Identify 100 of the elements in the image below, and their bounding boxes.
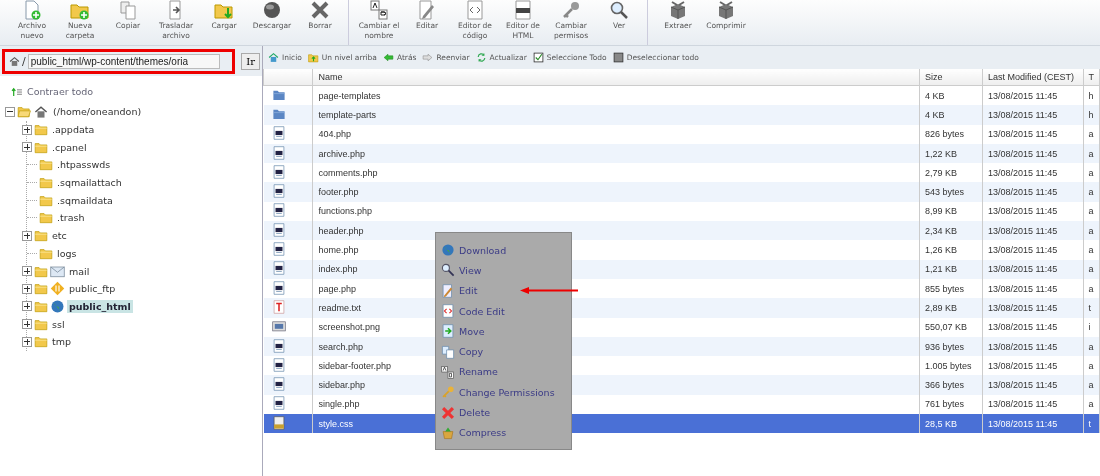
checked-box-icon <box>532 52 544 63</box>
expand-toggle[interactable] <box>22 301 32 312</box>
tree-item[interactable]: public_ftp <box>67 282 118 296</box>
php-file-icon <box>271 261 286 276</box>
table-cell: 13/08/2015 11:45 <box>982 124 1083 144</box>
globe-icon <box>50 298 65 314</box>
tree-item[interactable]: mail <box>67 264 92 278</box>
code-document-icon <box>465 0 485 20</box>
expand-toggle[interactable] <box>22 336 32 347</box>
code-document-icon <box>441 304 455 319</box>
table-cell: a <box>1083 240 1100 260</box>
expand-toggle[interactable] <box>22 230 32 241</box>
expand-toggle[interactable] <box>22 283 32 294</box>
folder-icon <box>39 158 53 172</box>
go-button[interactable]: Ir <box>241 52 260 70</box>
folder-icon <box>39 211 53 225</box>
column-header[interactable]: Last Modified (CEST) <box>982 69 1083 86</box>
file-name[interactable]: footer.php <box>312 182 920 202</box>
folder-icon <box>34 282 48 296</box>
table-cell: 13/08/2015 11:45 <box>982 414 1083 434</box>
pencil-document-icon <box>441 283 455 298</box>
key-icon <box>561 0 581 20</box>
magnifier-icon <box>441 263 455 278</box>
collapse-all-link[interactable]: Contraer todo <box>27 86 94 97</box>
folder-icon <box>39 246 53 260</box>
folder-icon <box>34 140 48 154</box>
table-cell: 13/08/2015 11:45 <box>982 298 1083 318</box>
folder-icon <box>34 299 48 313</box>
php-file-icon <box>271 377 286 392</box>
file-name[interactable]: template-parts <box>312 105 920 125</box>
tree-item[interactable]: .htpasswds <box>55 158 113 172</box>
folder-icon <box>34 123 48 137</box>
tree-item[interactable]: .sqmailattach <box>55 176 124 190</box>
table-cell: a <box>1083 124 1100 144</box>
php-file-icon <box>271 164 286 179</box>
menu-item[interactable]: Edit <box>438 280 571 301</box>
tree-item[interactable]: .cpanel <box>50 140 89 154</box>
folder-icon <box>39 176 53 190</box>
table-cell: 13/08/2015 11:45 <box>982 240 1083 260</box>
path-prefix: / <box>22 54 26 68</box>
table-cell: 366 bytes <box>919 375 983 395</box>
table-cell: 28,5 KB <box>919 414 983 434</box>
tree-item[interactable]: etc <box>50 229 69 243</box>
table-cell: 13/08/2015 11:45 <box>982 336 1083 357</box>
file-name[interactable]: header.php <box>312 221 920 241</box>
file-name[interactable]: archive.php <box>312 143 920 164</box>
table-cell: 13/08/2015 11:45 <box>982 221 1083 241</box>
right-arrow-icon <box>422 52 434 63</box>
collapse-toggle[interactable] <box>5 106 15 117</box>
tree-item[interactable]: .trash <box>55 211 87 225</box>
folder-icon <box>34 229 48 243</box>
column-header[interactable]: Size <box>919 69 983 86</box>
path-field[interactable]: public_html/wp-content/themes/oria <box>27 53 220 69</box>
filled-square-icon <box>612 52 624 63</box>
table-cell: 13/08/2015 11:45 <box>982 259 1083 279</box>
image-file-icon <box>271 319 286 334</box>
menu-item[interactable]: View <box>438 260 571 281</box>
php-file-icon <box>271 184 286 199</box>
a-b-icon <box>441 364 455 379</box>
tree-item[interactable]: logs <box>55 246 79 260</box>
pencil-document-icon <box>417 0 437 20</box>
tree-item[interactable]: ssl <box>50 317 67 331</box>
table-cell: 936 bytes <box>919 336 983 357</box>
copy-icon <box>441 344 455 359</box>
table-cell: 550,07 KB <box>919 317 983 337</box>
tree-item[interactable]: public_html <box>67 299 133 313</box>
folder-icon <box>34 264 48 278</box>
open-folder-icon <box>17 105 31 119</box>
x-icon <box>310 0 330 20</box>
php-file-icon <box>271 145 286 160</box>
php-file-icon <box>271 222 286 237</box>
x-icon <box>441 405 455 420</box>
expand-toggle[interactable] <box>22 124 32 135</box>
table-cell: 13/08/2015 11:45 <box>982 143 1083 164</box>
tree-item[interactable]: (/home/oneandon) <box>51 105 144 119</box>
php-file-icon <box>271 357 286 372</box>
house-icon <box>33 104 49 119</box>
document-plus-icon <box>22 0 42 20</box>
expand-toggle[interactable] <box>22 266 32 277</box>
tree-item[interactable]: .sqmaildata <box>55 193 115 207</box>
file-name[interactable]: 404.php <box>312 124 920 144</box>
text-file-icon <box>271 299 286 314</box>
key-icon <box>441 385 455 400</box>
table-cell: i <box>1083 317 1100 337</box>
expand-toggle[interactable] <box>22 319 32 330</box>
refresh-icon <box>475 52 487 63</box>
php-file-icon <box>271 242 286 256</box>
table-cell: 2,89 KB <box>919 298 983 318</box>
php-file-icon <box>271 280 286 295</box>
table-cell: 826 bytes <box>919 124 983 144</box>
ball-icon <box>262 0 282 20</box>
php-file-icon <box>271 203 286 218</box>
tree-item[interactable]: .appdata <box>50 123 97 137</box>
tree-item[interactable]: tmp <box>50 335 73 349</box>
table-cell: 1,26 KB <box>919 240 983 260</box>
column-header[interactable]: Name <box>312 69 920 86</box>
table-cell: 13/08/2015 11:45 <box>982 182 1083 202</box>
expand-toggle[interactable] <box>22 142 32 153</box>
collapse-icon <box>10 86 24 97</box>
menu-item[interactable]: Download <box>438 240 571 261</box>
